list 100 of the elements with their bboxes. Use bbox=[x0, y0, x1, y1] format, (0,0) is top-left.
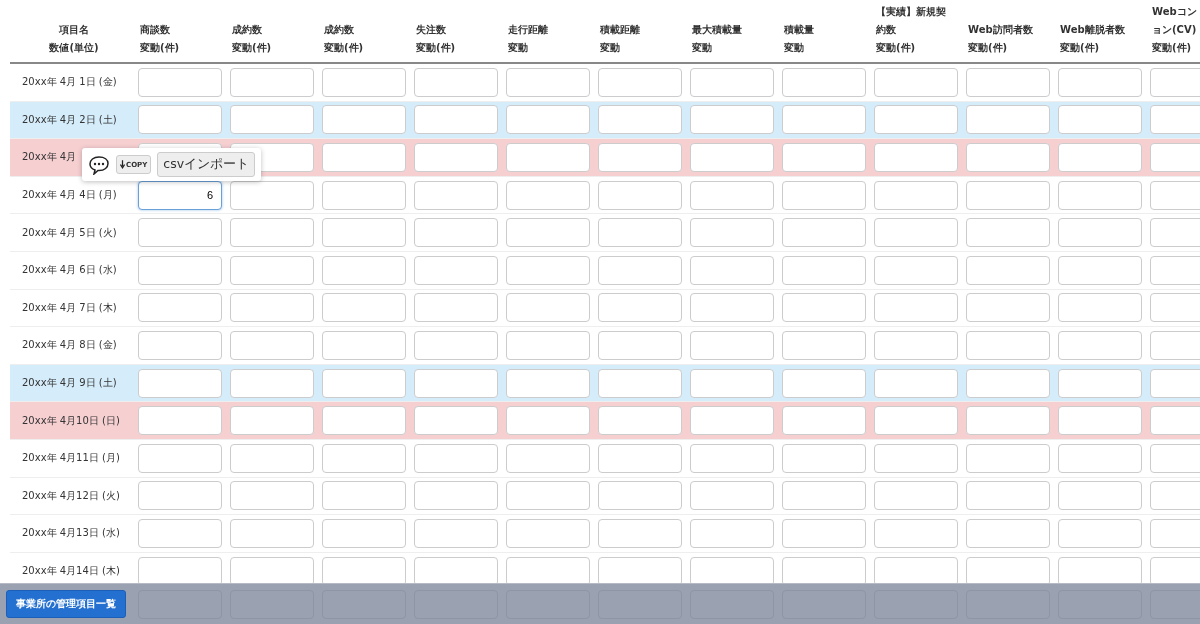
input-field[interactable] bbox=[414, 481, 498, 511]
input-field[interactable] bbox=[690, 368, 774, 398]
input-field[interactable] bbox=[506, 67, 590, 97]
input-field[interactable]: 6 bbox=[138, 180, 222, 210]
input-field[interactable] bbox=[874, 481, 958, 511]
input-field[interactable] bbox=[414, 518, 498, 548]
input-field[interactable] bbox=[966, 518, 1050, 548]
input-field[interactable] bbox=[690, 556, 774, 586]
input-field[interactable] bbox=[230, 180, 314, 210]
input-field[interactable] bbox=[1058, 143, 1142, 172]
input-field[interactable] bbox=[506, 443, 590, 473]
input-field[interactable] bbox=[782, 293, 866, 323]
input-field[interactable] bbox=[138, 67, 222, 97]
input-field[interactable] bbox=[690, 255, 774, 285]
input-field[interactable] bbox=[322, 443, 406, 473]
input-field[interactable] bbox=[230, 330, 314, 360]
input-field[interactable] bbox=[322, 293, 406, 323]
input-field[interactable] bbox=[966, 105, 1050, 135]
input-field[interactable] bbox=[414, 406, 498, 436]
input-field[interactable] bbox=[874, 255, 958, 285]
input-field[interactable] bbox=[414, 67, 498, 97]
input-field[interactable] bbox=[598, 218, 682, 248]
input-field[interactable] bbox=[322, 481, 406, 511]
input-field[interactable] bbox=[1058, 218, 1142, 248]
input-field[interactable] bbox=[598, 143, 682, 172]
input-field[interactable] bbox=[414, 368, 498, 398]
input-field[interactable] bbox=[230, 368, 314, 398]
input-field[interactable] bbox=[506, 518, 590, 548]
input-field[interactable] bbox=[598, 481, 682, 511]
input-field[interactable] bbox=[598, 518, 682, 548]
input-field[interactable] bbox=[874, 143, 958, 172]
input-field[interactable] bbox=[506, 180, 590, 210]
input-field[interactable] bbox=[1058, 443, 1142, 473]
input-field[interactable] bbox=[230, 218, 314, 248]
input-field[interactable] bbox=[874, 293, 958, 323]
input-field[interactable] bbox=[322, 67, 406, 97]
input-field[interactable] bbox=[690, 105, 774, 135]
input-field[interactable] bbox=[230, 556, 314, 586]
input-field[interactable] bbox=[874, 518, 958, 548]
input-field[interactable] bbox=[1058, 293, 1142, 323]
input-field[interactable] bbox=[414, 143, 498, 172]
input-field[interactable] bbox=[1058, 556, 1142, 586]
input-field[interactable] bbox=[138, 518, 222, 548]
input-field[interactable] bbox=[690, 518, 774, 548]
input-field[interactable] bbox=[230, 293, 314, 323]
input-field[interactable] bbox=[690, 143, 774, 172]
input-field[interactable] bbox=[874, 67, 958, 97]
input-field[interactable] bbox=[322, 180, 406, 210]
input-field[interactable] bbox=[598, 368, 682, 398]
input-field[interactable] bbox=[690, 218, 774, 248]
input-field[interactable] bbox=[782, 180, 866, 210]
input-field[interactable] bbox=[506, 481, 590, 511]
input-field[interactable] bbox=[966, 255, 1050, 285]
input-field[interactable] bbox=[322, 143, 406, 172]
input-field[interactable] bbox=[874, 218, 958, 248]
input-field[interactable] bbox=[506, 330, 590, 360]
input-field[interactable] bbox=[598, 330, 682, 360]
input-field[interactable] bbox=[966, 443, 1050, 473]
input-field[interactable] bbox=[414, 218, 498, 248]
input-field[interactable] bbox=[874, 105, 958, 135]
input-field[interactable] bbox=[506, 368, 590, 398]
input-field[interactable] bbox=[782, 406, 866, 436]
input-field[interactable] bbox=[1058, 255, 1142, 285]
input-field[interactable] bbox=[966, 481, 1050, 511]
input-field[interactable] bbox=[230, 518, 314, 548]
input-field[interactable] bbox=[598, 255, 682, 285]
input-field[interactable] bbox=[690, 481, 774, 511]
input-field[interactable] bbox=[874, 556, 958, 586]
input-field[interactable] bbox=[690, 406, 774, 436]
input-field[interactable] bbox=[1058, 105, 1142, 135]
input-field[interactable] bbox=[874, 180, 958, 210]
input-field[interactable] bbox=[966, 330, 1050, 360]
csv-import-button[interactable]: csvインポート bbox=[157, 152, 256, 177]
input-field[interactable] bbox=[138, 481, 222, 511]
input-field[interactable] bbox=[506, 143, 590, 172]
input-field[interactable] bbox=[138, 330, 222, 360]
input-field[interactable] bbox=[414, 330, 498, 360]
input-field[interactable] bbox=[782, 518, 866, 548]
input-field[interactable] bbox=[322, 105, 406, 135]
input-field[interactable] bbox=[1058, 330, 1142, 360]
input-field[interactable] bbox=[230, 67, 314, 97]
input-field[interactable] bbox=[1058, 518, 1142, 548]
input-field[interactable] bbox=[414, 105, 498, 135]
input-field[interactable] bbox=[782, 330, 866, 360]
input-field[interactable] bbox=[598, 556, 682, 586]
input-field[interactable] bbox=[782, 368, 866, 398]
input-field[interactable] bbox=[414, 293, 498, 323]
input-field[interactable] bbox=[966, 368, 1050, 398]
input-field[interactable] bbox=[874, 443, 958, 473]
input-field[interactable] bbox=[782, 481, 866, 511]
input-field[interactable] bbox=[690, 443, 774, 473]
input-field[interactable] bbox=[138, 105, 222, 135]
input-field[interactable] bbox=[1058, 67, 1142, 97]
input-field[interactable] bbox=[598, 443, 682, 473]
input-field[interactable] bbox=[138, 293, 222, 323]
input-field[interactable] bbox=[782, 143, 866, 172]
input-field[interactable] bbox=[506, 255, 590, 285]
input-field[interactable] bbox=[414, 443, 498, 473]
input-field[interactable] bbox=[506, 556, 590, 586]
input-field[interactable] bbox=[598, 180, 682, 210]
